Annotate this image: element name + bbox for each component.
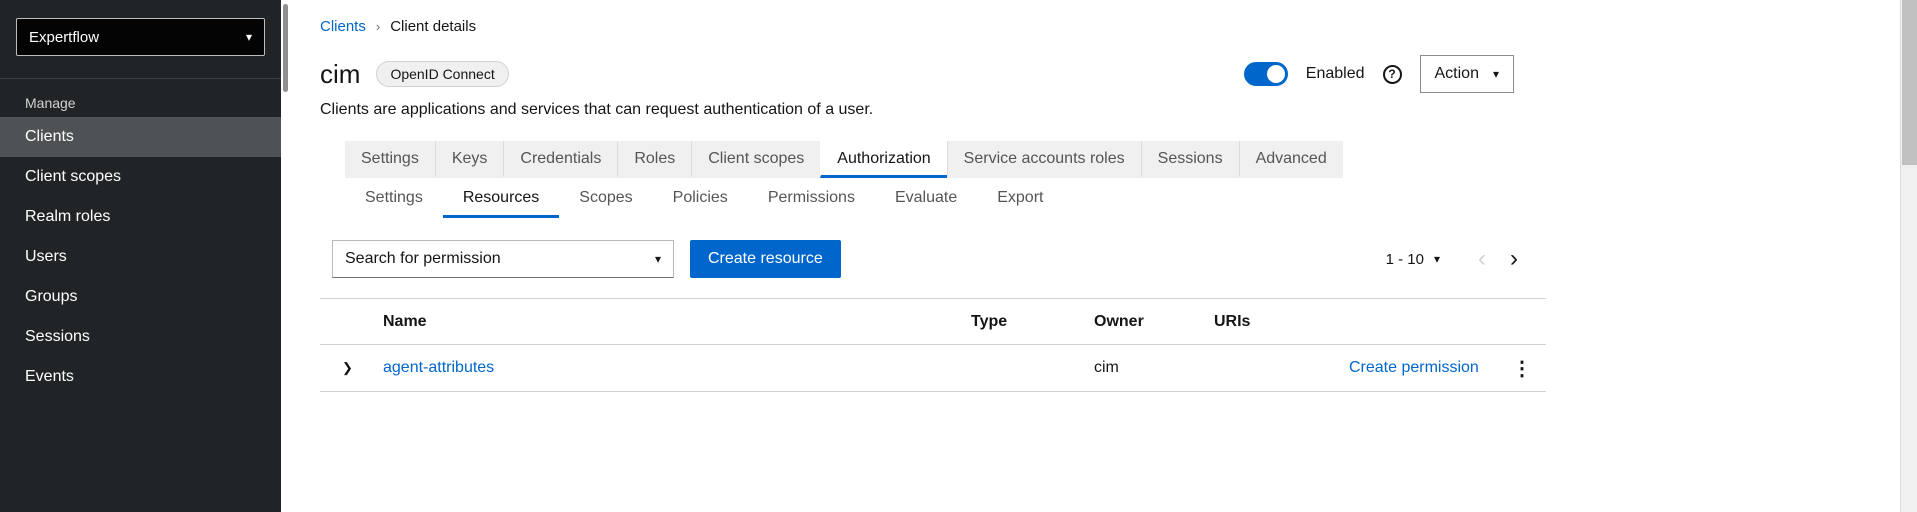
client-protocol-badge: OpenID Connect	[376, 61, 508, 87]
sidebar-item-sessions[interactable]: Sessions	[0, 317, 281, 357]
breadcrumb-current: Client details	[390, 18, 476, 35]
column-header-type: Type	[971, 313, 1094, 331]
row-kebab-cell: ⋮	[1498, 356, 1546, 381]
nav-section-title: Manage	[0, 79, 281, 117]
pagination-range-label: 1 - 10	[1386, 251, 1424, 268]
realm-selector-label: Expertflow	[29, 29, 99, 46]
action-dropdown-label: Action	[1435, 65, 1479, 83]
toggle-knob	[1267, 65, 1285, 83]
breadcrumb-link-clients[interactable]: Clients	[320, 18, 366, 35]
vertical-scrollbar[interactable]	[1900, 0, 1917, 512]
sidebar-item-clients[interactable]: Clients	[0, 117, 281, 157]
sidebar-item-realm-roles[interactable]: Realm roles	[0, 197, 281, 237]
table-row: ❯ agent-attributes cim Create permission…	[320, 345, 1546, 392]
content-column: Clients › Client details cim OpenID Conn…	[320, 0, 1546, 392]
realm-selector-dropdown[interactable]: Expertflow ▾	[16, 18, 265, 56]
row-expand-cell: ❯	[320, 359, 383, 377]
row-name-cell: agent-attributes	[383, 359, 971, 377]
sidebar-scrollbar[interactable]	[281, 0, 290, 512]
resources-table: Name Type Owner URIs ❯ agent-attributes …	[320, 298, 1546, 392]
page-title: cim	[320, 59, 360, 90]
pagination-dropdown[interactable]: 1 - 10 ▾	[1386, 251, 1440, 268]
row-action-cell: Create permission	[1349, 359, 1498, 377]
search-permission-select[interactable]: Search for permission ▾	[332, 240, 674, 278]
subtab-evaluate[interactable]: Evaluate	[875, 178, 977, 218]
create-resource-button[interactable]: Create resource	[690, 240, 841, 278]
table-header-row: Name Type Owner URIs	[320, 298, 1546, 345]
pagination: 1 - 10 ▾ ‹ ›	[1386, 247, 1546, 271]
kebab-menu-icon[interactable]: ⋮	[1512, 358, 1532, 380]
create-permission-link[interactable]: Create permission	[1349, 359, 1479, 376]
header-controls: Enabled ? Action ▾	[1244, 55, 1546, 93]
column-header-uris: URIs	[1214, 313, 1349, 331]
page-header: cim OpenID Connect Enabled ? Action ▾	[320, 55, 1546, 93]
sidebar-nav: Clients Client scopes Realm roles Users …	[0, 117, 281, 397]
breadcrumb-separator-icon: ›	[376, 19, 380, 34]
subtab-export[interactable]: Export	[977, 178, 1063, 218]
search-permission-value: Search for permission	[345, 250, 501, 268]
tab-roles[interactable]: Roles	[617, 141, 691, 178]
caret-down-icon: ▾	[246, 30, 252, 44]
authorization-sub-tabs: Settings Resources Scopes Policies Permi…	[345, 178, 1546, 218]
chevron-right-icon[interactable]: ❯	[342, 360, 353, 375]
page-description: Clients are applications and services th…	[320, 101, 1546, 119]
tab-authorization[interactable]: Authorization	[820, 141, 946, 178]
tab-sessions[interactable]: Sessions	[1141, 141, 1239, 178]
app-root: Expertflow ▾ Manage Clients Client scope…	[0, 0, 1917, 512]
caret-down-icon: ▾	[1434, 253, 1440, 265]
tab-credentials[interactable]: Credentials	[503, 141, 617, 178]
column-header-name: Name	[383, 313, 971, 331]
column-header-owner: Owner	[1094, 313, 1214, 331]
subtab-policies[interactable]: Policies	[653, 178, 748, 218]
sidebar-item-client-scopes[interactable]: Client scopes	[0, 157, 281, 197]
main-content: Clients › Client details cim OpenID Conn…	[290, 0, 1917, 512]
resource-name-link[interactable]: agent-attributes	[383, 359, 494, 376]
sidebar-scrollbar-thumb[interactable]	[283, 4, 288, 92]
subtab-resources[interactable]: Resources	[443, 178, 559, 218]
breadcrumb: Clients › Client details	[320, 18, 1546, 35]
subtab-scopes[interactable]: Scopes	[559, 178, 652, 218]
next-page-button[interactable]: ›	[1498, 247, 1530, 271]
tab-advanced[interactable]: Advanced	[1239, 141, 1343, 178]
main-tabs: Settings Keys Credentials Roles Client s…	[345, 141, 1546, 178]
vertical-scrollbar-thumb[interactable]	[1902, 0, 1917, 165]
sidebar: Expertflow ▾ Manage Clients Client scope…	[0, 0, 281, 512]
row-owner-cell: cim	[1094, 359, 1214, 377]
enabled-toggle[interactable]	[1244, 62, 1288, 86]
subtab-settings[interactable]: Settings	[345, 178, 443, 218]
tab-settings[interactable]: Settings	[345, 141, 435, 178]
action-dropdown-button[interactable]: Action ▾	[1420, 55, 1515, 93]
resources-toolbar: Search for permission ▾ Create resource …	[332, 240, 1546, 278]
sidebar-item-groups[interactable]: Groups	[0, 277, 281, 317]
tab-client-scopes[interactable]: Client scopes	[691, 141, 820, 178]
subtab-permissions[interactable]: Permissions	[748, 178, 875, 218]
tab-keys[interactable]: Keys	[435, 141, 504, 178]
caret-down-icon: ▾	[1493, 68, 1499, 80]
prev-page-button[interactable]: ‹	[1466, 247, 1498, 271]
caret-down-icon: ▾	[655, 253, 661, 265]
tab-service-accounts-roles[interactable]: Service accounts roles	[947, 141, 1141, 178]
sidebar-item-users[interactable]: Users	[0, 237, 281, 277]
enabled-label: Enabled	[1306, 65, 1365, 83]
help-icon[interactable]: ?	[1383, 65, 1402, 84]
sidebar-item-events[interactable]: Events	[0, 357, 281, 397]
